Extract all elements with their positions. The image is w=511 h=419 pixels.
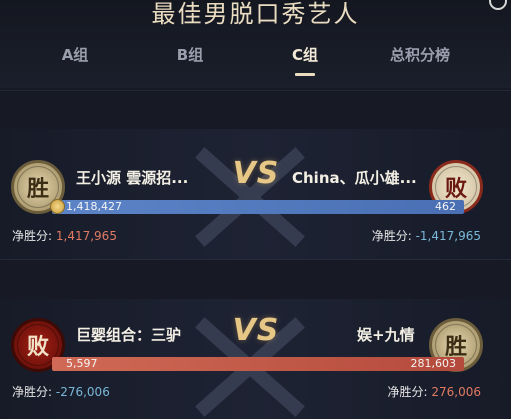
- match-card[interactable]: 败 巨婴组合：三驴 VS 娱+九情 胜 5,597 281,603 净胜分: -…: [0, 299, 511, 419]
- left-team-name: 王小源 雲源招...: [76, 169, 189, 187]
- right-score: 281,603: [410, 357, 457, 370]
- left-score: 1,418,427: [66, 200, 122, 213]
- tab-group-b[interactable]: B组: [175, 44, 205, 65]
- coin-icon: [50, 199, 65, 214]
- score-bar: 5,597 281,603: [52, 357, 464, 371]
- tab-group-a[interactable]: A组: [60, 44, 90, 65]
- right-team-name: China、瓜小雄...: [292, 169, 417, 187]
- tab-bar: A组 B组 C组 总积分榜: [0, 44, 511, 76]
- right-net-score: 净胜分: -1,417,965: [371, 229, 481, 243]
- right-team-name: 娱+九情: [357, 326, 415, 344]
- left-score: 5,597: [66, 357, 98, 370]
- tab-group-c[interactable]: C组: [289, 44, 321, 76]
- page-title: 最佳男脱口秀艺人: [151, 0, 360, 28]
- tab-active-indicator: [295, 73, 315, 76]
- divider: [0, 90, 511, 91]
- tab-total-ranking[interactable]: 总积分榜: [387, 44, 453, 65]
- tab-group-c-label: C组: [291, 46, 318, 64]
- score-bar: 1,418,427 462: [52, 200, 464, 214]
- match-card[interactable]: 胜 王小源 雲源招... VS China、瓜小雄... 败 1,418,427…: [0, 129, 511, 259]
- left-net-score: 净胜分: 1,417,965: [12, 229, 117, 243]
- left-team-name: 巨婴组合：三驴: [76, 326, 182, 344]
- header: 最佳男脱口秀艺人 A组 B组 C组 总积分榜: [0, 0, 511, 88]
- left-net-score: 净胜分: -276,006: [12, 385, 110, 399]
- right-score: 462: [435, 200, 456, 213]
- card-separator: [0, 259, 511, 260]
- vs-label: VS: [232, 156, 280, 191]
- right-net-score: 净胜分: 276,006: [387, 385, 482, 399]
- vs-label: VS: [232, 313, 280, 348]
